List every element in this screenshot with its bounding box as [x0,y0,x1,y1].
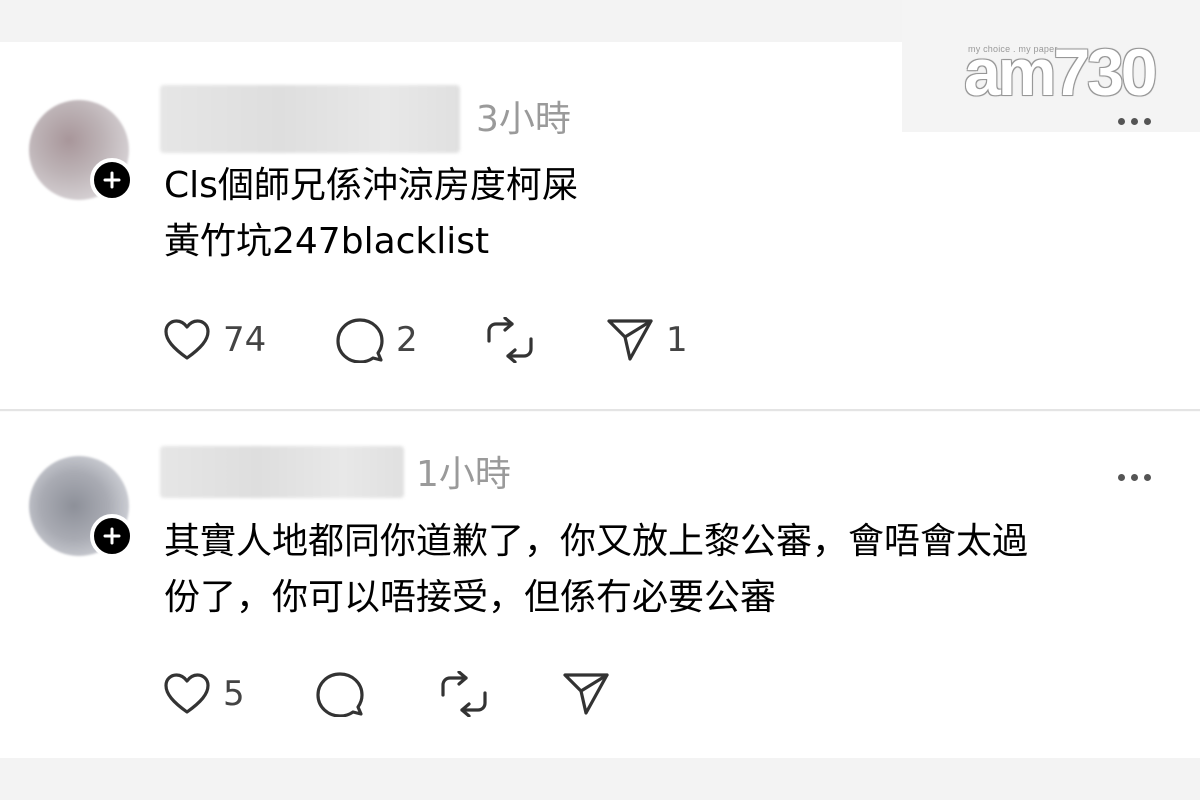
ellipsis-dot [1144,474,1151,481]
like-count: 74 [223,320,267,360]
ellipsis-dot [1131,474,1138,481]
post-body: 其實人地都同你道歉了，你又放上黎公審，會唔會太過 份了，你可以唔接受，但係冇必要… [164,514,1028,626]
heart-icon [164,319,210,360]
follow-button[interactable] [90,514,134,558]
like-button[interactable]: 5 [163,670,245,718]
share-button[interactable]: 1 [606,316,688,364]
logo-tagline: my choice . my paper [968,44,1058,54]
more-options-button[interactable] [1118,110,1162,130]
reply-button[interactable] [316,670,376,718]
repost-button[interactable] [486,316,546,364]
share-count: 1 [666,320,688,360]
plus-icon [103,171,121,189]
ellipsis-icon [1118,118,1125,125]
repost-arrows-icon [441,671,487,717]
post-text-line: Cls個師兄係沖涼房度柯屎 [164,165,578,206]
send-paper-plane-icon [607,319,653,361]
post-timestamp: 1小時 [416,454,511,495]
like-button[interactable]: 74 [163,316,266,364]
heart-icon [164,673,210,714]
post-body: Cls個師兄係沖涼房度柯屎 黃竹坑247blacklist [164,158,578,270]
post-text-line: 其實人地都同你道歉了，你又放上黎公審，會唔會太過 [164,521,1029,562]
reply-button[interactable]: 2 [336,316,418,364]
ellipsis-icon [1118,474,1125,481]
repost-arrows-icon [487,317,533,363]
ellipsis-dot [1131,118,1138,125]
username-blurred[interactable] [160,85,460,153]
comment-bubble-icon [316,672,364,717]
post-text-line: 黃竹坑247blacklist [164,221,490,262]
more-options-button[interactable] [1118,466,1162,486]
ellipsis-dot [1144,118,1151,125]
username-blurred[interactable] [160,446,404,498]
bottom-band [0,758,1200,800]
post-divider [0,409,1200,411]
comment-bubble-icon [336,318,384,363]
send-paper-plane-icon [563,673,609,715]
post-timestamp: 3小時 [476,99,571,140]
follow-button[interactable] [90,158,134,202]
reply-count: 2 [396,320,418,360]
plus-icon [103,527,121,545]
repost-button[interactable] [440,670,500,718]
post-text-line: 份了，你可以唔接受，但係冇必要公審 [164,577,777,618]
share-button[interactable] [562,670,622,718]
like-count: 5 [223,674,245,714]
